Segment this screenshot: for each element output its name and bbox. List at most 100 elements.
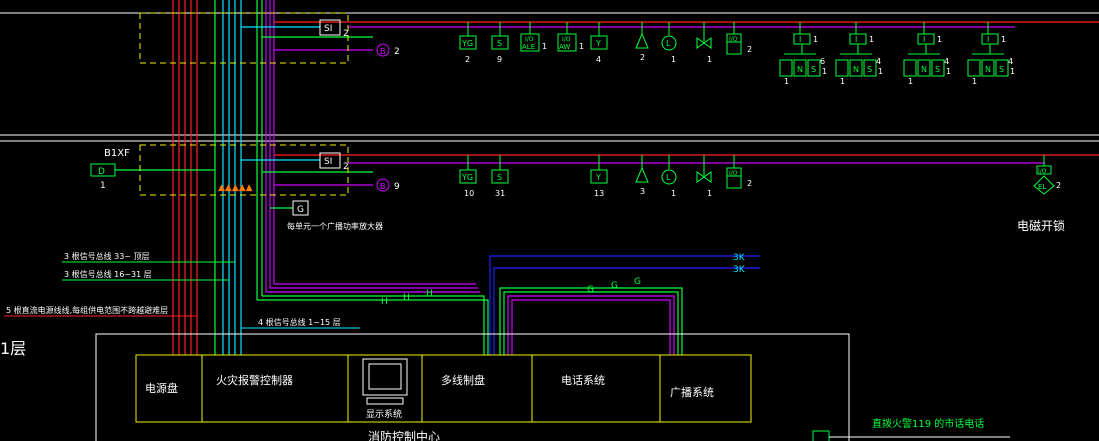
svg-text:1: 1 [1001,35,1006,44]
svg-text:6: 6 [820,57,825,66]
svg-text:1: 1 [878,67,883,76]
svg-text:2: 2 [747,179,752,188]
control-cables [257,255,760,355]
floor-lines [0,12,1099,142]
door-release-label: 电磁开锁 [1017,218,1065,233]
svg-text:AW: AW [559,43,570,51]
alarm-button-icon: I/O ALE 1 [520,22,547,52]
cable-labels: H H H G G G 3K 3K [381,253,746,307]
b1-devices: YG 10 S 31 Y 13 3 L 1 1 I/O 2 I/O EL 2 电… [459,155,1065,233]
svg-text:SI: SI [324,157,332,167]
svg-text:S: S [867,65,872,74]
svg-text:1: 1 [946,67,951,76]
svg-text:SI: SI [324,24,332,34]
svg-text:I/O: I/O [1038,168,1047,175]
svg-text:H: H [381,297,388,307]
svg-text:H: H [426,289,433,299]
svg-text:2: 2 [1056,181,1061,190]
svg-text:2: 2 [343,162,349,172]
svg-text:1: 1 [813,35,818,44]
svg-text:1: 1 [822,67,827,76]
bell-icon: L 1 [661,155,677,198]
svg-text:N: N [797,65,803,74]
svg-text:L: L [666,173,671,182]
svg-text:1: 1 [937,35,942,44]
fire-alarm-system-diagram: ▲▲▲▲▲ SI 2 SI 2 B 2 B 9 B1XF D 1 G 每单元一个… [0,0,1099,441]
upper-devices: YG 2 S 9 I/O ALE 1 I/O AW 1 Y 4 2 L 1 1 … [459,22,752,64]
svg-text:H: H [403,293,410,303]
upper-speaker-icon: B 2 [376,43,400,57]
svg-text:1: 1 [579,42,584,51]
svg-text:S: S [935,65,940,74]
svg-text:4: 4 [876,57,881,66]
svg-text:I: I [799,35,801,44]
svg-text:N: N [985,65,991,74]
b1-si-module: SI 2 [319,152,349,172]
panel-power: 电源盘 [145,381,178,395]
relay-group: I 1 N S 4 1 1 [967,22,1015,86]
bell-icon: L 1 [661,22,677,64]
alarm-button-icon: I/O AW 1 [557,22,584,52]
svg-text:直拨火警119 的市话电话: 直拨火警119 的市话电话 [872,417,984,430]
panel-fire-alarm-controller: 火灾报警控制器 [216,373,293,387]
b1-g-amplifier: G 每单元一个广播功率放大器 [287,200,383,231]
relay-groups: I 1 N S 6 1 1 I 1 N S 4 1 1 I 1 N S 4 1 … [779,22,1015,86]
svg-text:1: 1 [972,77,977,86]
panel-telephone: 电话系统 [561,374,605,387]
electric-lock-icon: I/O EL 2 [1033,155,1061,195]
svg-text:G: G [634,277,641,287]
svg-text:3 根信号总线 33~ 顶层: 3 根信号总线 33~ 顶层 [64,251,150,261]
svg-text:EL: EL [1038,183,1046,191]
upper-si-module: SI 2 [319,19,349,39]
hydrant-button-icon: Y 13 [590,155,608,198]
panel-display: 显示系统 [366,408,402,420]
smoke-detector-icon: YG 2 [459,22,477,64]
b1-orange-marker: ▲▲▲▲▲ [218,183,253,193]
svg-text:3K: 3K [733,253,746,263]
svg-text:YG: YG [461,173,473,182]
svg-text:I/O: I/O [562,36,571,43]
svg-text:B: B [380,182,386,191]
relay-group: I 1 N S 4 1 1 [903,22,951,86]
svg-text:S: S [999,65,1004,74]
svg-text:S: S [811,65,816,74]
svg-text:1: 1 [100,181,106,191]
svg-text:2: 2 [747,45,752,54]
svg-text:B: B [380,47,386,56]
display-monitor-icon [362,358,408,405]
svg-text:3 根信号总线 16~31 层: 3 根信号总线 16~31 层 [64,269,152,279]
svg-text:B1XF: B1XF [104,148,130,159]
svg-text:I: I [855,35,857,44]
svg-text:4: 4 [944,57,949,66]
svg-text:1: 1 [908,77,913,86]
svg-text:N: N [853,65,859,74]
svg-text:3: 3 [640,187,645,196]
svg-text:1: 1 [542,42,547,51]
control-center-title: 消防控制中心 [368,429,440,441]
svg-text:1: 1 [707,55,712,64]
valve-icon: 1 [696,22,712,64]
svg-text:Y: Y [595,39,601,48]
upper-floor-junction-box [139,12,349,64]
control-center: 电源盘 火灾报警控制器 显示系统 多线制盘 电话系统 广播系统 消防控制中心 [95,333,850,441]
svg-text:4: 4 [1008,57,1013,66]
hydrant-button-icon: Y 4 [590,22,608,64]
svg-text:S: S [497,173,502,182]
sounder-icon: 3 [635,155,649,196]
phone-note: 直拨火警119 的市话电话 [812,417,1010,441]
svg-text:1: 1 [707,189,712,198]
svg-text:5 根直流电源线线,每组供电范围不跨越避难层: 5 根直流电源线线,每组供电范围不跨越避难层 [6,305,168,315]
svg-text:I: I [923,35,925,44]
svg-text:S: S [497,39,502,48]
bus-notes: 3 根信号总线 33~ 顶层 3 根信号总线 16~31 层 5 根直流电源线线… [4,251,360,329]
svg-text:3K: 3K [733,265,746,275]
panel-multiline: 多线制盘 [441,373,485,387]
svg-text:10: 10 [464,189,474,198]
svg-text:I: I [987,35,989,44]
svg-text:1: 1 [869,35,874,44]
svg-text:31: 31 [495,189,505,198]
sounder-icon: 2 [635,22,649,62]
svg-text:ALE: ALE [522,43,535,51]
panel-broadcast: 广播系统 [670,385,714,399]
svg-text:2: 2 [465,55,470,64]
